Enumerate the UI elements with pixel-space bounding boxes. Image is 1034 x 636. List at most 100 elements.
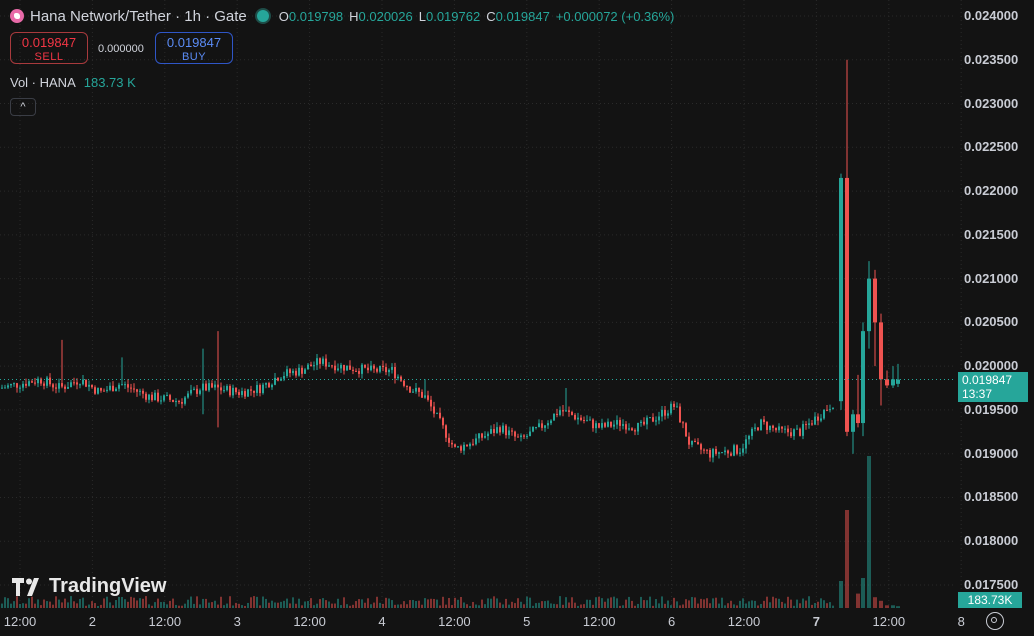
volume-bar: [34, 603, 36, 608]
volume-bar: [619, 605, 621, 608]
volume-bar: [400, 604, 402, 608]
settings-icon[interactable]: [986, 612, 1004, 630]
candle-body: [649, 417, 651, 419]
volume-bar: [493, 596, 495, 608]
candle-body: [61, 383, 63, 387]
time-tick-label: 12:00: [872, 614, 906, 629]
volume-bar: [121, 597, 123, 608]
candle-body: [481, 433, 483, 438]
low-value: L0.019762: [418, 8, 481, 24]
candle-body: [826, 409, 828, 411]
candle-body: [607, 421, 609, 427]
candle-body: [595, 423, 597, 429]
volume-bar: [109, 602, 111, 608]
volume-bar: [751, 600, 753, 608]
volume-bar: [205, 598, 207, 608]
volume-bar: [79, 599, 81, 608]
volume-bar: [418, 600, 420, 608]
volume-bar: [322, 598, 324, 608]
volume-bar: [244, 605, 246, 608]
open-value: O0.019798: [278, 8, 344, 24]
candle-body: [730, 453, 732, 456]
volume-bar: [52, 604, 54, 608]
price-tick-label: 0.019000: [964, 445, 1019, 461]
candle-body: [718, 452, 720, 454]
candle-body: [589, 419, 591, 421]
volume-bar: [790, 599, 792, 608]
candle-body: [208, 383, 210, 391]
price-chart[interactable]: [0, 0, 1034, 636]
candle-body: [424, 395, 426, 398]
volume-bar: [829, 602, 831, 608]
candle-body: [367, 367, 369, 371]
candle-body: [301, 367, 303, 374]
volume-bar: [160, 602, 162, 608]
buy-price: 0.019847: [166, 35, 222, 50]
volume-bar: [181, 605, 183, 608]
price-tick-label: 0.018500: [964, 489, 1019, 505]
candle-body: [388, 369, 390, 373]
collapse-legend-button[interactable]: ^: [10, 98, 36, 116]
candle-body: [292, 370, 294, 374]
volume-bar: [565, 597, 567, 608]
tradingview-logo[interactable]: TradingView: [12, 575, 166, 598]
volume-bar: [598, 596, 600, 608]
volume-bar: [700, 598, 702, 608]
volume-bar: [259, 605, 261, 608]
volume-bar: [61, 602, 63, 608]
volume-bar: [352, 604, 354, 608]
bar-countdown: 13:37: [962, 387, 993, 401]
candle-body: [142, 390, 144, 394]
volume-bar: [739, 600, 741, 608]
candle-body: [601, 423, 603, 428]
volume-bar: [124, 599, 126, 608]
candle-body: [520, 435, 522, 438]
candle-body: [766, 421, 768, 430]
candle-body: [211, 383, 213, 388]
volume-bar: [364, 602, 366, 608]
candle-body: [178, 401, 180, 403]
volume-bar: [40, 605, 42, 608]
volume-bar: [100, 604, 102, 608]
candle-body: [856, 414, 860, 424]
volume-bar: [304, 601, 306, 608]
candle-body: [193, 388, 195, 390]
volume-bar: [823, 600, 825, 608]
candle-body: [259, 385, 261, 394]
volume-bar: [712, 598, 714, 608]
symbol-title[interactable]: Hana Network/Tether · 1h · Gate: [30, 8, 247, 25]
candle-body: [763, 419, 765, 422]
volume-bar: [208, 602, 210, 608]
candle-body: [676, 406, 678, 408]
candle-body: [652, 417, 654, 422]
volume-bar: [112, 605, 114, 608]
volume-bar: [523, 604, 525, 608]
candle-body: [121, 384, 123, 386]
volume-bar: [250, 597, 252, 608]
volume-bar: [361, 599, 363, 608]
candle-body: [22, 383, 24, 388]
sell-button[interactable]: 0.019847 SELL: [10, 32, 88, 64]
volume-bar: [817, 601, 819, 608]
volume-bar: [547, 600, 549, 608]
candle-body: [769, 425, 771, 430]
volume-bar: [517, 598, 519, 608]
volume-bar: [706, 598, 708, 608]
candle-body: [394, 367, 396, 379]
price-tick-label: 0.023500: [964, 51, 1019, 67]
price-tick-label: 0.020000: [964, 358, 1019, 374]
buy-button[interactable]: 0.019847 BUY: [155, 32, 233, 64]
candle-body: [415, 387, 417, 392]
volume-bar: [118, 596, 120, 608]
volume-bar: [76, 603, 78, 608]
volume-bar: [685, 599, 687, 608]
volume-bar: [292, 597, 294, 608]
volume-bar: [13, 601, 15, 608]
candle-body: [379, 365, 381, 372]
volume-bar: [343, 597, 345, 608]
volume-bar: [67, 602, 69, 608]
volume-bar: [430, 598, 432, 608]
price-tick-label: 0.019500: [964, 401, 1019, 417]
candle-body: [49, 377, 51, 385]
volume-bar: [289, 603, 291, 608]
